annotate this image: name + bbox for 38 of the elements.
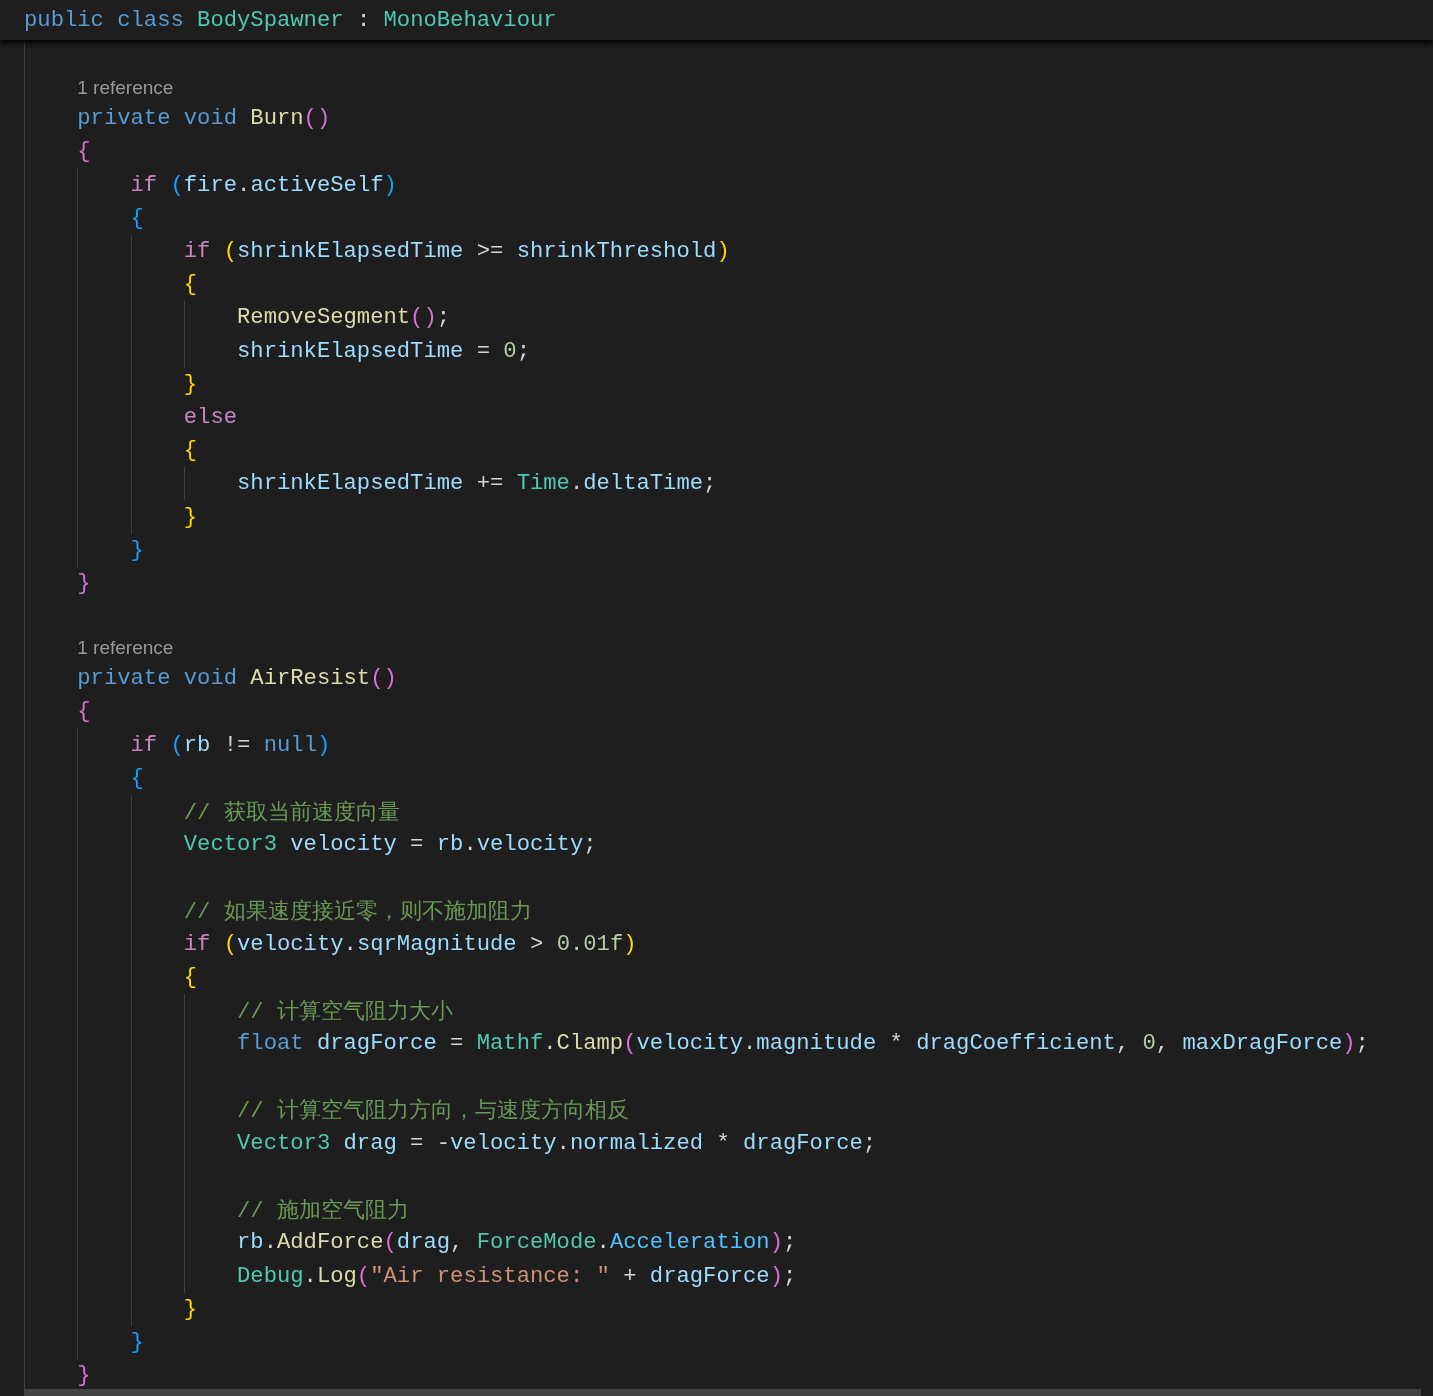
code-line: // 获取当前速度向量 — [183, 799, 400, 827]
code-line: } — [183, 371, 198, 397]
code-line: { — [130, 205, 144, 231]
code-line: } — [77, 570, 91, 596]
code-line: { — [183, 438, 198, 464]
code-line: rb.AddForce(drag, ForceMode.Acceleration); — [237, 1230, 797, 1256]
code-line: private void AirResist() — [77, 666, 397, 692]
code-line: { — [130, 765, 144, 791]
code-line: // 计算空气阻力方向，与速度方向相反 — [237, 1097, 629, 1126]
reference-count[interactable]: 1 reference — [77, 636, 174, 659]
code-line: } — [77, 1363, 91, 1389]
code-line: shrinkElapsedTime = 0; — [237, 338, 530, 364]
code-line: shrinkElapsedTime += Time.deltaTime; — [237, 471, 717, 497]
code-line: } — [130, 1330, 144, 1356]
code-line: } — [183, 1296, 198, 1322]
horizontal-scrollbar[interactable] — [24, 1389, 1421, 1396]
code-line: Vector3 drag = -velocity.normalized * dragForce; — [237, 1130, 877, 1156]
code-line: Vector3 velocity = rb.velocity; — [183, 832, 597, 858]
code-line: // 如果速度接近零，则不施加阻力 — [183, 898, 532, 927]
code-line: if (rb != null) — [130, 732, 331, 758]
code-line: { — [183, 272, 198, 298]
code-line: if (velocity.sqrMagnitude > 0.01f) — [183, 931, 637, 957]
reference-count[interactable]: 1 reference — [77, 76, 174, 99]
code-line: { — [77, 699, 91, 725]
code-line: { — [77, 139, 91, 165]
code-line: if (fire.activeSelf) — [130, 172, 397, 198]
code-line: // 施加空气阻力 — [237, 1197, 409, 1225]
code-line: { — [183, 964, 198, 990]
code-line: float dragForce = Mathf.Clamp(velocity.magnitude * dragCoefficient, 0, maxDragForce); — [237, 1031, 1369, 1057]
code-line: } — [130, 537, 144, 563]
code-line: Debug.Log("Air resistance: " + dragForce); — [237, 1263, 797, 1289]
code-line: if (shrinkElapsedTime >= shrinkThreshold) — [183, 239, 730, 265]
code-line: } — [183, 504, 198, 530]
code-line: public class BodySpawner : MonoBehaviour — [24, 7, 557, 33]
code-line: else — [183, 404, 237, 430]
code-line: RemoveSegment(); — [237, 305, 451, 331]
code-line: // 计算空气阻力大小 — [237, 998, 453, 1026]
code-line: private void Burn() — [77, 106, 331, 132]
